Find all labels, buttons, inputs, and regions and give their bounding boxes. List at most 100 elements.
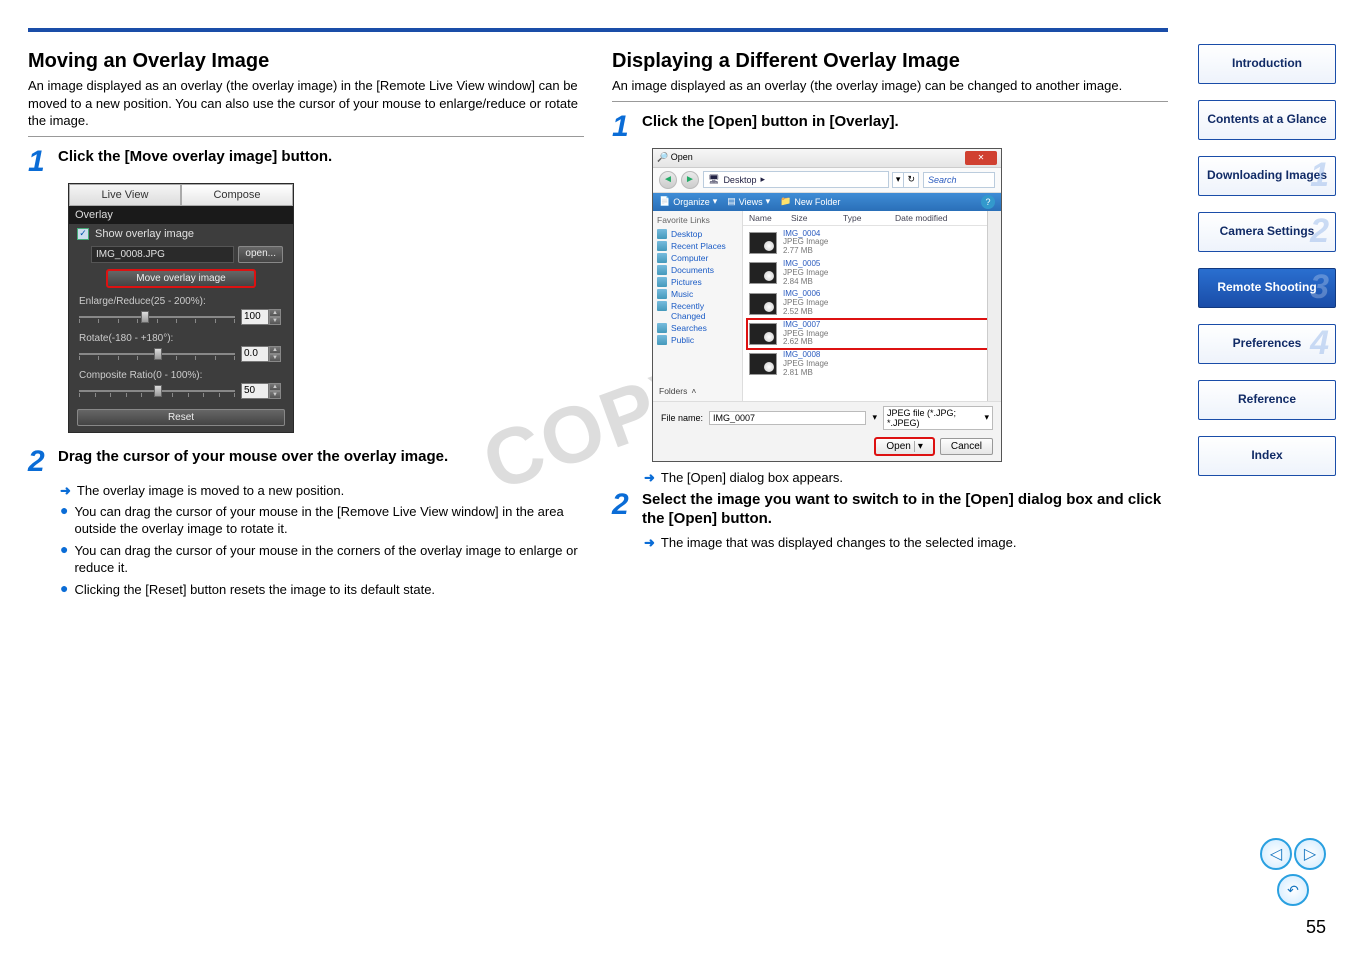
enlarge-spinner[interactable]: ▲▼ — [241, 309, 283, 325]
tab-compose[interactable]: Compose — [181, 184, 293, 206]
filename-label: File name: — [661, 413, 703, 423]
step-2: 2 Drag the cursor of your mouse over the… — [28, 447, 584, 477]
file-item[interactable]: IMG_0008JPEG Image2.81 MB — [747, 349, 997, 379]
move-overlay-button[interactable]: Move overlay image — [106, 269, 256, 288]
show-overlay-row: ✓ Show overlay image — [69, 224, 293, 244]
nav-back-icon[interactable]: ◄ — [659, 171, 677, 189]
overlay-file-row: IMG_0008.JPG open... — [69, 244, 293, 269]
sidebar-link[interactable]: Music — [657, 288, 738, 300]
nav-downloading[interactable]: Downloading Images1 — [1198, 156, 1336, 196]
step-1: 1 Click the [Move overlay image] button. — [28, 147, 584, 177]
show-overlay-checkbox[interactable]: ✓ — [77, 228, 89, 240]
path-split-buttons[interactable]: ▾↻ — [893, 172, 919, 188]
sidebar-link[interactable]: Computer — [657, 252, 738, 264]
overlay-open-button[interactable]: open... — [238, 246, 283, 263]
right-column: Displaying a Different Overlay Image An … — [612, 50, 1168, 602]
dialog-file-list: Name Size Type Date modified IMG_0004JPE… — [743, 211, 1001, 401]
file-item[interactable]: IMG_0007JPEG Image2.62 MB — [747, 319, 997, 349]
nav-introduction[interactable]: Introduction — [1198, 44, 1336, 84]
rotate-value[interactable] — [241, 346, 269, 362]
chevron-down-icon: ▾ — [914, 441, 923, 452]
arrow-icon: ➜ — [644, 535, 655, 551]
organize-button[interactable]: 📄 Organize ▾ — [659, 196, 717, 207]
file-thumb-icon — [749, 232, 777, 254]
sidebar-link[interactable]: Recent Places — [657, 240, 738, 252]
divider — [612, 101, 1168, 102]
sidebar-link[interactable]: Public — [657, 334, 738, 346]
nav-reference[interactable]: Reference — [1198, 380, 1336, 420]
file-item[interactable]: IMG_0006JPEG Image2.52 MB — [747, 288, 997, 318]
step-text: Select the image you want to switch to i… — [642, 490, 1168, 529]
dialog-path-row: ◄ ► 🖥 Desktop ▸ ▾↻ Search — [653, 168, 1001, 193]
sidebar-link[interactable]: Pictures — [657, 276, 738, 288]
rotate-label: Rotate(-180 - +180°): — [79, 333, 283, 344]
enlarge-slider[interactable] — [79, 310, 235, 324]
rotate-group: Rotate(-180 - +180°): ▲▼ — [69, 331, 293, 368]
result-text: The overlay image is moved to a new posi… — [77, 483, 344, 498]
close-icon[interactable]: ✕ — [965, 151, 997, 165]
nav-index[interactable]: Index — [1198, 436, 1336, 476]
col-date[interactable]: Date modified — [895, 213, 995, 223]
result-text: The [Open] dialog box appears. — [661, 470, 843, 485]
chevron-down-icon: ▾ — [984, 412, 989, 423]
page-columns: Moving an Overlay Image An image display… — [28, 50, 1168, 602]
nav-contents[interactable]: Contents at a Glance — [1198, 100, 1336, 140]
tab-live-view[interactable]: Live View — [69, 184, 181, 206]
step-text: Click the [Open] button in [Overlay]. — [642, 112, 899, 132]
file-item[interactable]: IMG_0004JPEG Image2.77 MB — [747, 228, 997, 258]
file-thumb-icon — [749, 353, 777, 375]
ratio-spinner[interactable]: ▲▼ — [241, 383, 283, 399]
filename-row: File name: ▾ JPEG file (*.JPG; *.JPEG)▾ — [653, 401, 1001, 434]
ratio-slider[interactable] — [79, 384, 235, 398]
step-number: 1 — [28, 147, 52, 177]
rotate-spinner[interactable]: ▲▼ — [241, 346, 283, 362]
views-button[interactable]: ▤ Views ▾ — [727, 196, 770, 207]
enlarge-value[interactable] — [241, 309, 269, 325]
nav-preferences[interactable]: Preferences4 — [1198, 324, 1336, 364]
sidebar-link[interactable]: Documents — [657, 264, 738, 276]
left-heading: Moving an Overlay Image — [28, 50, 584, 73]
file-thumb-icon — [749, 262, 777, 284]
return-button[interactable]: ↶ — [1277, 874, 1309, 906]
step-text: Click the [Move overlay image] button. — [58, 147, 332, 167]
ratio-value[interactable] — [241, 383, 269, 399]
r-step-1: 1 Click the [Open] button in [Overlay]. — [612, 112, 1168, 142]
filename-input[interactable] — [709, 411, 866, 425]
breadcrumb[interactable]: 🖥 Desktop ▸ — [703, 171, 889, 188]
col-type[interactable]: Type — [843, 213, 895, 223]
dialog-sidebar: Favorite Links DesktopRecent PlacesCompu… — [653, 211, 743, 401]
bullet-line: ●You can drag the cursor of your mouse i… — [60, 503, 584, 538]
cancel-button[interactable]: Cancel — [940, 438, 993, 455]
rotate-slider[interactable] — [79, 347, 235, 361]
nav-camera-settings[interactable]: Camera Settings2 — [1198, 212, 1336, 252]
column-headers[interactable]: Name Size Type Date modified — [743, 211, 1001, 226]
overlay-panel: Live View Compose Overlay ✓ Show overlay… — [68, 183, 294, 433]
left-column: Moving an Overlay Image An image display… — [28, 50, 584, 602]
search-input[interactable]: Search — [923, 172, 995, 188]
folders-toggle[interactable]: Folders˄ — [657, 386, 738, 396]
side-nav: Introduction Contents at a Glance Downlo… — [1198, 44, 1336, 476]
overlay-filename: IMG_0008.JPG — [91, 246, 234, 263]
next-page-button[interactable]: ▷ — [1294, 838, 1326, 870]
result-line: ➜ The image that was displayed changes to… — [644, 535, 1168, 551]
col-name[interactable]: Name — [749, 213, 791, 223]
col-size[interactable]: Size — [791, 213, 843, 223]
filetype-select[interactable]: JPEG file (*.JPG; *.JPEG)▾ — [883, 406, 993, 430]
nav-fwd-icon[interactable]: ► — [681, 171, 699, 189]
sidebar-link[interactable]: Searches — [657, 322, 738, 334]
right-intro: An image displayed as an overlay (the ov… — [612, 77, 1168, 95]
help-icon[interactable]: ? — [981, 195, 995, 209]
new-folder-button[interactable]: 📁 New Folder — [780, 196, 840, 207]
reset-button[interactable]: Reset — [77, 409, 285, 426]
scrollbar[interactable] — [987, 211, 1001, 401]
open-dialog: 🔎 Open ✕ ◄ ► 🖥 Desktop ▸ ▾↻ Search 📄 Org… — [652, 148, 1002, 462]
prev-page-button[interactable]: ◁ — [1260, 838, 1292, 870]
result-text: The image that was displayed changes to … — [661, 535, 1017, 550]
sidebar-link[interactable]: Recently Changed — [657, 300, 738, 322]
open-button[interactable]: Open▾ — [875, 438, 934, 455]
file-item[interactable]: IMG_0005JPEG Image2.84 MB — [747, 258, 997, 288]
sidebar-link[interactable]: Desktop — [657, 228, 738, 240]
file-thumb-icon — [749, 323, 777, 345]
tabs: Live View Compose — [69, 184, 293, 206]
nav-remote-shooting[interactable]: Remote Shooting3 — [1198, 268, 1336, 308]
